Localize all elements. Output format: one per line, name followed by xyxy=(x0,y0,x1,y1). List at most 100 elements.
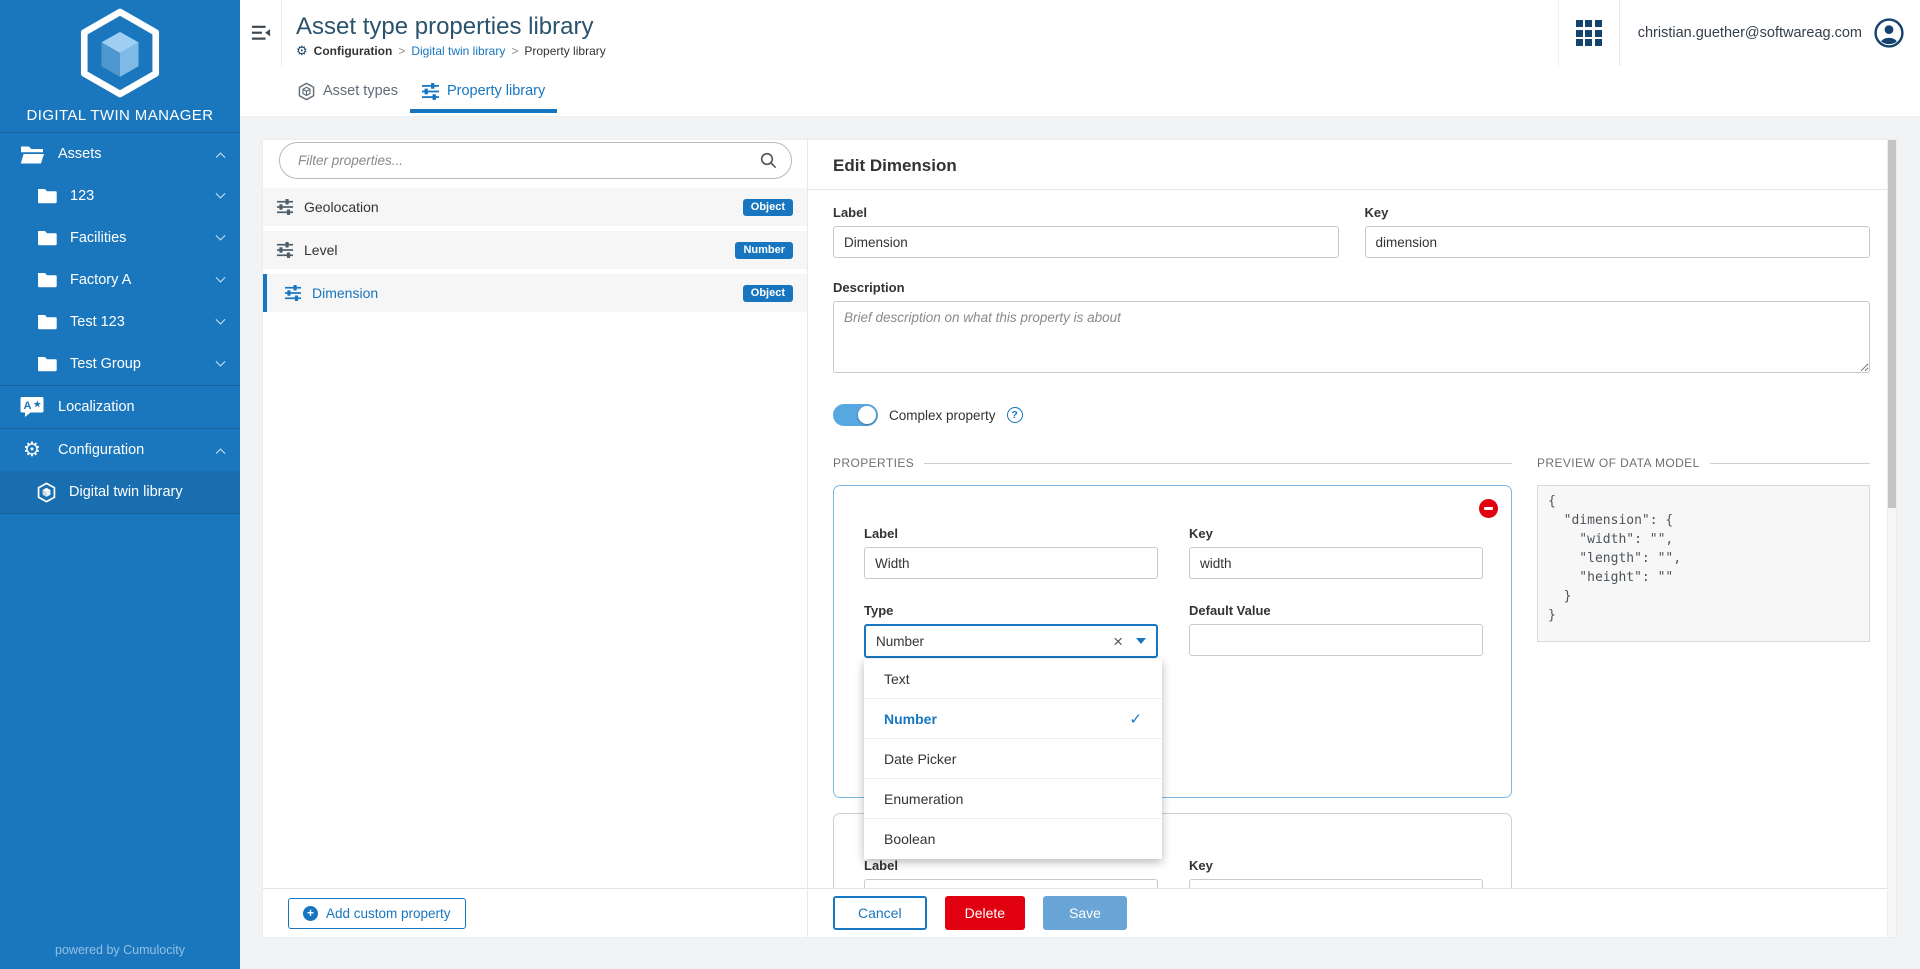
description-textarea[interactable] xyxy=(833,301,1870,373)
list-footer: + Add custom property xyxy=(263,888,807,937)
app-name: DIGITAL TWIN MANAGER xyxy=(27,107,214,124)
powered-by: powered by Cumulocity xyxy=(0,931,240,969)
sidebar-nav: Assets 123 Facilities xyxy=(0,133,240,931)
sidebar-item-localization[interactable]: A Localization xyxy=(0,386,240,428)
search-input[interactable] xyxy=(296,152,760,169)
type-badge: Object xyxy=(743,285,793,302)
card-type-group: Type Number × xyxy=(864,603,1158,658)
property-key-input[interactable] xyxy=(1189,879,1483,888)
label-input[interactable] xyxy=(833,226,1339,258)
clear-icon[interactable]: × xyxy=(1113,633,1123,650)
brand-block: DIGITAL TWIN MANAGER xyxy=(0,0,240,133)
tab-bar: Asset types Property library xyxy=(240,66,1920,117)
key-input[interactable] xyxy=(1365,226,1871,258)
sidebar-item-assets[interactable]: Assets xyxy=(0,133,240,175)
card-label-group: Label xyxy=(864,526,1158,579)
tab-asset-types[interactable]: Asset types xyxy=(286,66,410,116)
remove-property-icon[interactable] xyxy=(1479,499,1498,518)
plus-icon: + xyxy=(303,906,318,921)
option-text[interactable]: Text xyxy=(864,659,1162,699)
cancel-button[interactable]: Cancel xyxy=(833,896,927,930)
option-date-picker[interactable]: Date Picker xyxy=(864,739,1162,779)
search-icon xyxy=(760,152,777,169)
complex-property-row: Complex property ? xyxy=(833,404,1870,426)
user-avatar-icon xyxy=(1874,18,1904,48)
sidebar-item-digital-twin-library[interactable]: Digital twin library xyxy=(0,471,240,513)
app-switcher-icon[interactable] xyxy=(1558,0,1620,66)
sidebar-item-factory-a[interactable]: Factory A xyxy=(0,259,240,301)
form-footer: Cancel Delete Save xyxy=(808,888,1896,937)
option-enumeration[interactable]: Enumeration xyxy=(864,779,1162,819)
properties-column: PROPERTIES Label xyxy=(833,456,1512,888)
help-icon[interactable]: ? xyxy=(1007,407,1023,423)
vertical-scrollbar[interactable] xyxy=(1887,140,1896,937)
key-field-label: Key xyxy=(1365,205,1871,220)
preview-json: { "dimension": { "width": "", "length": … xyxy=(1548,492,1859,625)
header-right: christian.guether@softwareag.com xyxy=(1558,0,1920,66)
description-field-group: Description xyxy=(833,280,1870,378)
property-label-input[interactable] xyxy=(864,547,1158,579)
chevron-down-icon xyxy=(216,230,226,240)
option-boolean[interactable]: Boolean xyxy=(864,819,1162,859)
divider xyxy=(808,189,1896,190)
properties-section-heading: PROPERTIES xyxy=(833,456,1512,470)
tab-property-library[interactable]: Property library xyxy=(410,66,557,116)
property-list: Geolocation Object Level Number xyxy=(263,140,807,888)
type-badge: Number xyxy=(735,242,793,259)
list-item-dimension[interactable]: Dimension Object xyxy=(263,274,807,312)
cube-hexagon-icon xyxy=(298,82,315,101)
chevron-up-icon xyxy=(216,448,226,458)
property-list-panel: Geolocation Object Level Number xyxy=(263,140,808,937)
property-card-width: Label Key xyxy=(833,485,1512,798)
breadcrumb-gear-icon: ⚙ xyxy=(296,44,308,57)
svg-text:A: A xyxy=(24,400,32,412)
workspace: Geolocation Object Level Number xyxy=(263,140,1896,937)
data-model-preview: { "dimension": { "width": "", "length": … xyxy=(1537,485,1870,642)
scrollbar-thumb[interactable] xyxy=(1888,140,1896,508)
filter-properties-searchbox xyxy=(279,142,792,179)
chevron-up-icon xyxy=(216,152,226,162)
type-dropdown-menu: Text Number ✓ xyxy=(864,659,1162,859)
sidebar-item-123[interactable]: 123 xyxy=(0,175,240,217)
folder-icon xyxy=(37,188,57,204)
breadcrumb-current: Property library xyxy=(524,44,605,58)
sidebar-item-test-group[interactable]: Test Group xyxy=(0,343,240,385)
caret-down-icon xyxy=(1136,638,1146,644)
edit-form: Edit Dimension Label Key xyxy=(808,140,1896,888)
complex-property-label: Complex property xyxy=(889,408,996,423)
type-select[interactable]: Number × Text xyxy=(864,624,1158,658)
sliders-icon xyxy=(422,83,439,100)
complex-property-toggle[interactable] xyxy=(833,404,878,426)
default-value-input[interactable] xyxy=(1189,624,1483,656)
add-custom-property-button[interactable]: + Add custom property xyxy=(288,898,466,929)
save-button[interactable]: Save xyxy=(1043,896,1127,930)
folder-icon xyxy=(37,356,57,372)
preview-section-heading: PREVIEW OF DATA MODEL xyxy=(1537,456,1870,470)
digital-twin-logo-icon xyxy=(77,8,163,98)
breadcrumb-root: Configuration xyxy=(314,44,393,58)
label-field-label: Label xyxy=(833,205,1339,220)
card-label-group: Label xyxy=(864,858,1158,888)
breadcrumb-link-digital-twin-library[interactable]: Digital twin library xyxy=(411,44,505,58)
chevron-down-icon xyxy=(216,356,226,366)
list-item-geolocation[interactable]: Geolocation Object xyxy=(263,188,807,226)
delete-button[interactable]: Delete xyxy=(945,896,1025,930)
property-key-input[interactable] xyxy=(1189,547,1483,579)
user-menu[interactable]: christian.guether@softwareag.com xyxy=(1620,18,1920,48)
list-item-level[interactable]: Level Number xyxy=(263,231,807,269)
sliders-icon xyxy=(277,242,293,258)
sidebar-item-configuration[interactable]: ⚙ Configuration xyxy=(0,429,240,471)
collapse-sidebar-icon[interactable] xyxy=(240,0,282,66)
sliders-icon xyxy=(285,285,301,301)
preview-column: PREVIEW OF DATA MODEL { "dimension": { "… xyxy=(1537,456,1870,642)
main-area: Asset type properties library ⚙ Configur… xyxy=(240,0,1920,969)
cube-hexagon-icon xyxy=(37,482,56,503)
option-number[interactable]: Number ✓ xyxy=(864,699,1162,739)
sidebar-item-test-123[interactable]: Test 123 xyxy=(0,301,240,343)
top-header: Asset type properties library ⚙ Configur… xyxy=(240,0,1920,66)
key-field-group: Key xyxy=(1365,205,1871,258)
folder-open-icon xyxy=(20,145,44,164)
property-label-input[interactable] xyxy=(864,879,1158,888)
chevron-down-icon xyxy=(216,314,226,324)
sidebar-item-facilities[interactable]: Facilities xyxy=(0,217,240,259)
